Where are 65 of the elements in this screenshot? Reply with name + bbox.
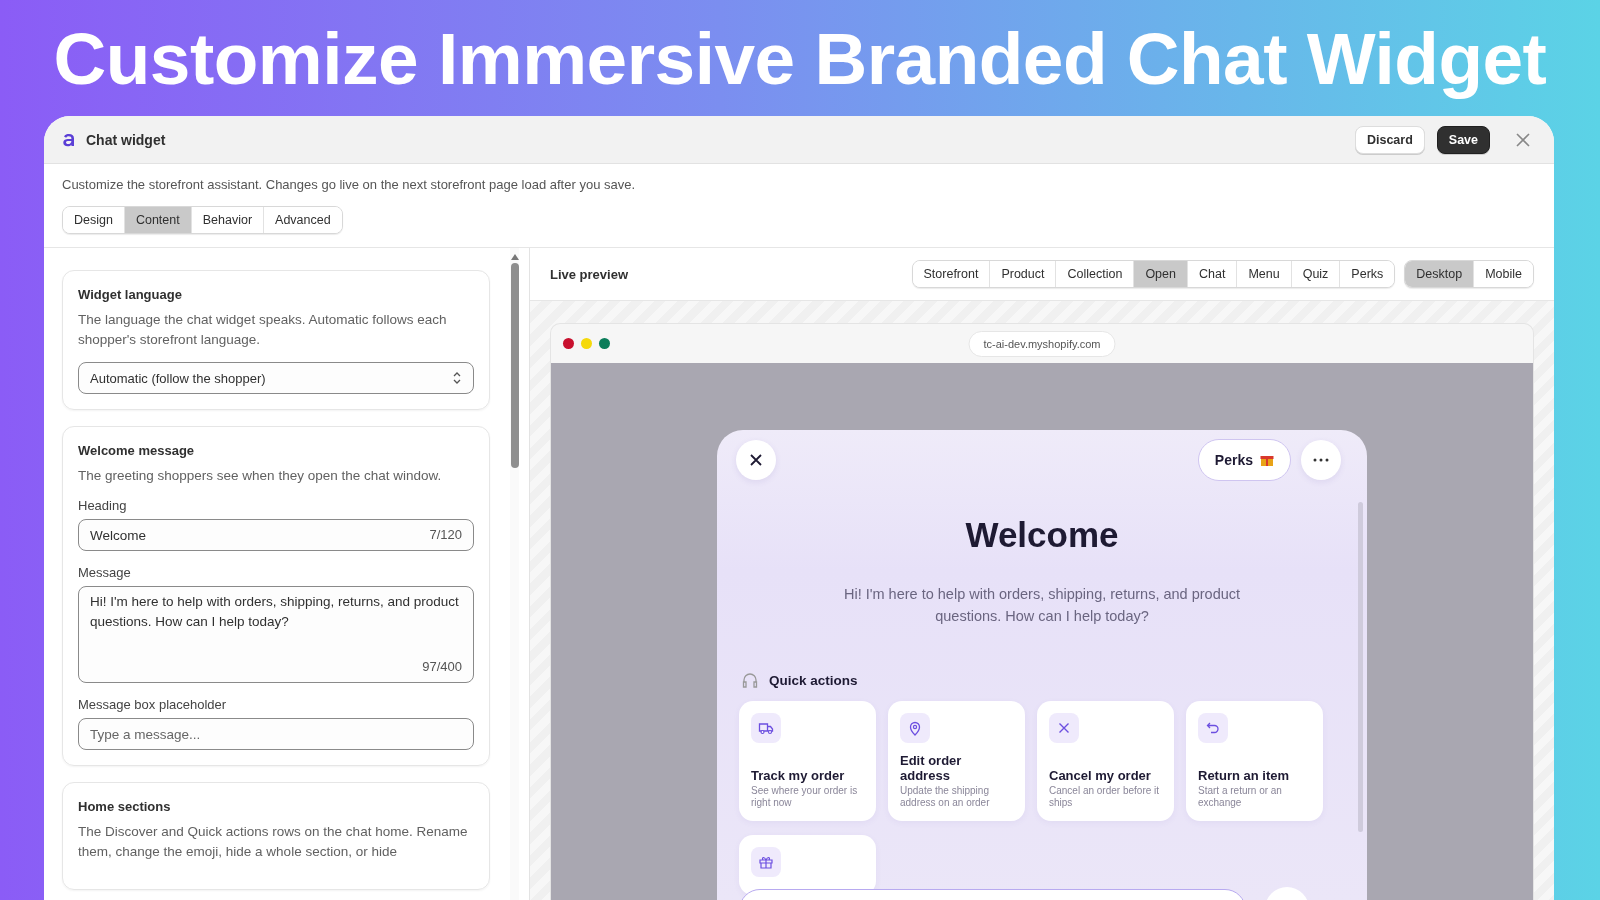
action-card[interactable]: Track my order See where your order is right now xyxy=(739,701,876,821)
action-description: Cancel an order before it ships xyxy=(1049,785,1161,809)
action-description: Start a return or an exchange xyxy=(1198,785,1283,809)
action-card[interactable]: Cancel my order Cancel an order before it ships xyxy=(1037,701,1174,821)
tab[interactable]: Advanced xyxy=(264,207,342,233)
preview-title: Live preview xyxy=(550,266,629,282)
perks-button[interactable]: Perks xyxy=(1197,439,1291,481)
page-tab[interactable]: Chat xyxy=(1187,261,1238,287)
card-description: The Discover and Quick actions rows on the chat home. Rename them, change the emoji, hide a whole section, or hide xyxy=(78,823,469,861)
action-title: Track my order xyxy=(751,768,846,783)
scrollbar[interactable] xyxy=(510,248,519,900)
close-button[interactable] xyxy=(736,440,776,480)
welcome-heading: Welcome xyxy=(964,515,1120,555)
page-tab[interactable]: Collection xyxy=(1056,261,1135,287)
scroll-up-icon xyxy=(510,254,519,260)
card-title: Widget language xyxy=(78,287,183,302)
chevron-icon xyxy=(452,371,462,385)
section-title: Quick actions xyxy=(769,672,858,688)
page-tab[interactable]: Open xyxy=(1134,261,1188,287)
action-card[interactable] xyxy=(739,835,876,895)
description: Customize the storefront assistant. Changes go live on the next storefront page load after you save. xyxy=(62,177,637,192)
window-title: Chat widget xyxy=(86,131,166,148)
headset-icon xyxy=(741,671,759,689)
action-title: Cancel my order xyxy=(1049,768,1152,783)
field-label: Message xyxy=(78,565,132,580)
close-icon xyxy=(750,454,762,466)
action-title: Return an item xyxy=(1198,768,1290,783)
tab[interactable]: Design xyxy=(63,207,125,233)
headline: Customize Immersive Branded Chat Widget xyxy=(53,16,1547,100)
save-button[interactable]: Save xyxy=(1436,125,1490,154)
close-icon xyxy=(1516,132,1530,147)
action-description: See where your order is right now xyxy=(751,785,859,809)
field-label: Message box placeholder xyxy=(78,697,228,712)
location-pin-icon xyxy=(907,720,923,736)
page-tab[interactable]: Perks xyxy=(1340,261,1395,287)
action-card[interactable]: Return an item Start a return or an exchange xyxy=(1186,701,1323,821)
card-description: The greeting shoppers see when they open the chat window. xyxy=(78,467,443,485)
character-count: 7/120 xyxy=(429,527,462,542)
field-label: Heading xyxy=(78,498,128,513)
tab[interactable]: Behavior xyxy=(191,207,265,233)
welcome-message: Hi! I'm here to help with orders, shipping, returns, and product questions. How can I help today? xyxy=(842,585,1242,626)
page-tab[interactable]: Product xyxy=(990,261,1057,287)
truck-icon xyxy=(758,720,774,736)
device-tab[interactable]: Mobile xyxy=(1474,261,1533,287)
action-description: Update the shipping address on an order xyxy=(900,785,991,809)
address-bar[interactable]: tc-ai-dev.myshopify.com xyxy=(968,330,1116,357)
more-button[interactable] xyxy=(1301,440,1341,480)
discard-button[interactable]: Discard xyxy=(1354,125,1425,154)
page-tab[interactable]: Quiz xyxy=(1291,261,1341,287)
card-title: Welcome message xyxy=(78,443,196,458)
text-field[interactable]: Type a message... xyxy=(78,718,474,750)
action-title: Edit order address xyxy=(900,753,963,783)
language-select[interactable]: Automatic (follow the shopper) xyxy=(78,362,474,394)
gift-icon xyxy=(1260,453,1274,467)
action-card[interactable]: Edit order address Update the shipping address on an order xyxy=(888,701,1025,821)
device-tab[interactable]: Desktop xyxy=(1405,261,1475,287)
page-tab[interactable]: Storefront xyxy=(912,261,991,287)
character-count: 97/400 xyxy=(422,659,462,674)
tab[interactable]: Content xyxy=(124,207,192,233)
card-description: The language the chat widget speaks. Automatic follows each shopper's storefront language. xyxy=(78,311,448,349)
more-icon xyxy=(1313,458,1329,462)
gift-icon xyxy=(758,854,774,870)
undo-icon xyxy=(1205,720,1221,736)
card-title: Home sections xyxy=(78,799,172,814)
page-tab[interactable]: Menu xyxy=(1237,261,1292,287)
